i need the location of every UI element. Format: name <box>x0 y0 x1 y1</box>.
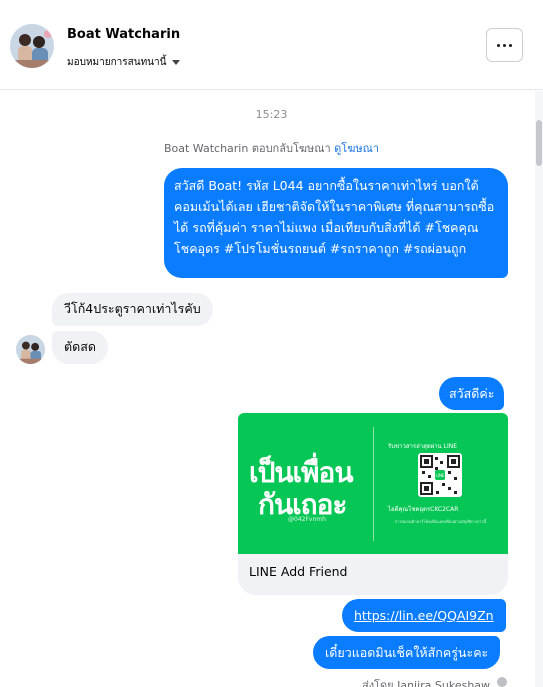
outgoing-message-ad: สวัสดี Boat! รหัส L044 อยากซื้อในราคาเท่… <box>164 168 508 278</box>
line-friend-link[interactable]: https://lin.ee/QQAI9Zn <box>354 608 494 623</box>
more-dot <box>503 43 506 47</box>
ad-reply-note: Boat Watcharin ตอบกลับโฆษณา ดูโฆษณา <box>0 139 543 157</box>
avatar[interactable] <box>10 24 54 68</box>
assign-label: มอบหมายการสนทนานี้ <box>67 57 167 68</box>
line-heading: รับข่าวสารล่าสุดผ่าน LINE <box>388 443 458 450</box>
sender-avatar-small <box>497 677 507 687</box>
qr-code-icon: LINE <box>418 453 462 497</box>
profile-photo <box>10 24 54 68</box>
sent-by-label: ส่งโดย Janjira Sukeshaw <box>362 679 491 687</box>
line-promo-image: เป็นเพื่อน กันเถอะ @042Fvnmh รับข่าวสารล… <box>238 413 508 554</box>
svg-text:LINE: LINE <box>436 473 445 478</box>
profile-photo-small <box>16 335 45 364</box>
more-options-button[interactable] <box>486 28 523 62</box>
incoming-message: ตัดสด <box>52 331 108 364</box>
divider <box>373 427 374 541</box>
line-add-friend-card[interactable]: เป็นเพื่อน กันเถอะ @042Fvnmh รับข่าวสารล… <box>238 413 508 595</box>
message-timestamp: 15:23 <box>255 108 288 121</box>
sender-avatar <box>16 335 45 364</box>
view-ad-link[interactable]: ดูโฆษณา <box>334 142 379 155</box>
incoming-message: วีโก้4ประตูราคาเท่าไรคับ <box>52 293 213 326</box>
outgoing-message: เดี๋ยวแอดมินเช็คให้สักครู่นะคะ <box>313 636 501 669</box>
contact-name[interactable]: Boat Watcharin <box>67 27 180 42</box>
caret-down-icon <box>172 60 181 65</box>
thread-scrollbar[interactable] <box>535 91 543 687</box>
outgoing-message: สวัสดีค่ะ <box>439 377 505 410</box>
line-id: ไอดีคุณโชคอุดรCKC2CAR <box>388 506 459 513</box>
ad-reply-text: Boat Watcharin ตอบกลับโฆษณา <box>163 142 331 155</box>
conversation-header: Boat Watcharin มอบหมายการสนทนานี้ <box>0 0 543 90</box>
more-dot <box>509 43 512 47</box>
line-note: การสแกนคิวอาร์โค้ดเพื่อแอดเพื่อนผ่านบัญช… <box>394 519 487 524</box>
line-handle: @042Fvnmh <box>288 516 326 523</box>
more-horizontal-icon <box>497 43 500 47</box>
assign-conversation-dropdown[interactable]: มอบหมายการสนทนานี้ <box>67 55 181 70</box>
card-title: LINE Add Friend <box>249 564 348 579</box>
outgoing-message-link: https://lin.ee/QQAI9Zn <box>342 599 506 632</box>
